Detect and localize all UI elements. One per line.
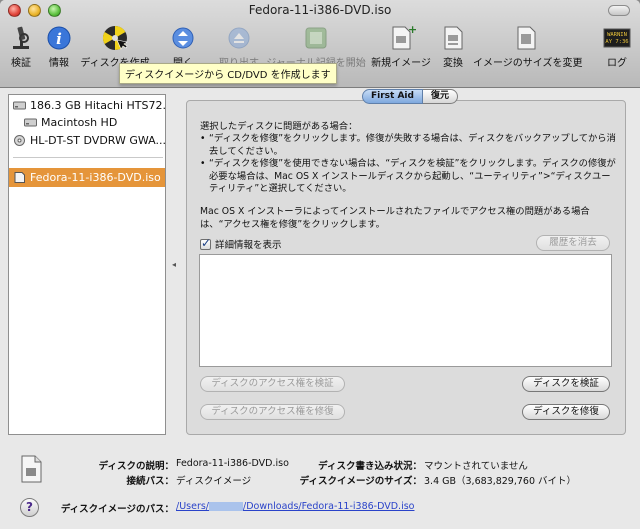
sidebar-item-macintosh-hd[interactable]: Macintosh HD: [9, 114, 165, 131]
connection-value: ディスクイメージ: [176, 476, 252, 487]
toolbar-resize-label: イメージのサイズを変更: [473, 58, 583, 69]
toolbar-resize-button[interactable]: イメージのサイズを変更: [473, 24, 583, 69]
bullet-2-marker-icon: •: [200, 158, 206, 169]
sidebar-item-dvd-drive[interactable]: HL-DT-ST DVDRW GWA...: [9, 132, 165, 149]
image-size-value: 3.4 GB（3,683,829,760 バイト）: [424, 476, 577, 487]
sidebar-item-hitachi-disk[interactable]: 186.3 GB Hitachi HTS72...: [9, 97, 165, 114]
volume-icon: [24, 117, 37, 128]
journal-icon: [301, 24, 331, 52]
new-image-icon: +: [386, 23, 417, 52]
burn-disc-icon: [100, 24, 130, 52]
description-label: ディスクの説明：: [98, 461, 174, 472]
open-icon: [168, 24, 198, 52]
svg-text:i: i: [56, 30, 62, 48]
toolbar-new-image-button[interactable]: + 新規イメージ: [371, 23, 431, 69]
sidebar-divider: [13, 157, 163, 158]
tab-restore[interactable]: 復元: [422, 89, 458, 104]
toolbar-info-button[interactable]: i 情報: [44, 24, 74, 69]
image-path-link[interactable]: /Users/ /Downloads/Fedora-11-i386-DVD.iso: [176, 501, 414, 512]
resize-image-icon: [511, 24, 541, 52]
microscope-icon: [6, 24, 36, 52]
disk-utility-window: Fedora-11-i386-DVD.iso 検証 i 情報 ディスクを作成 +…: [0, 0, 640, 529]
optical-drive-icon: [13, 135, 26, 146]
sidebar-item-label: Macintosh HD: [41, 116, 118, 129]
toolbar-new-image-label: 新規イメージ: [371, 58, 431, 69]
disk-sidebar[interactable]: 186.3 GB Hitachi HTS72... Macintosh HD H…: [8, 94, 166, 435]
show-details-label: 詳細情報を表示: [215, 240, 282, 251]
tab-first-aid[interactable]: First Aid: [362, 89, 423, 104]
split-view-handle-icon[interactable]: ◂: [172, 260, 176, 269]
toolbar-verify-button[interactable]: 検証: [6, 24, 36, 69]
repair-permissions-button[interactable]: ディスクのアクセス権を修復: [200, 404, 345, 420]
first-aid-bullet-2: “ディスクを修復”を使用できない場合は、“ディスクを検証”をクリックします。ディ…: [209, 158, 616, 194]
info-icon: i: [44, 24, 74, 52]
repair-disk-button[interactable]: ディスクを修復: [522, 404, 610, 420]
path-prefix: /Users/: [176, 501, 210, 512]
help-button[interactable]: ?: [20, 498, 39, 517]
path-suffix: /Downloads/Fedora-11-i386-DVD.iso: [243, 501, 415, 512]
hard-disk-icon: [13, 100, 26, 111]
first-aid-log[interactable]: [199, 254, 612, 367]
svg-text:WARNIN: WARNIN: [607, 32, 627, 38]
svg-text:+: +: [408, 24, 416, 36]
sidebar-item-label: Fedora-11-i386-DVD.iso: [30, 171, 161, 184]
clear-history-button[interactable]: 履歴を消去: [536, 235, 610, 251]
verify-permissions-button[interactable]: ディスクのアクセス権を検証: [200, 376, 345, 392]
toolbar-verify-label: 検証: [11, 58, 31, 69]
window-title: Fedora-11-i386-DVD.iso: [248, 3, 392, 17]
bullet-1-marker-icon: •: [200, 133, 206, 144]
sidebar-item-label: HL-DT-ST DVDRW GWA...: [30, 134, 165, 147]
write-status-label: ディスク書き込み状況：: [318, 461, 422, 472]
convert-icon: [438, 24, 468, 52]
disk-image-file-icon: [20, 455, 42, 483]
redacted-username: [209, 502, 244, 511]
toolbar-toggle-button[interactable]: [608, 5, 630, 16]
log-icon: WARNIN AY 7:36: [602, 24, 632, 52]
permissions-note: Mac OS X インストーラによってインストールされたファイルでアクセス権の問…: [200, 206, 590, 230]
toolbar-convert-button[interactable]: 変換: [438, 24, 468, 69]
disk-image-icon: [13, 172, 26, 183]
show-details-checkbox[interactable]: 詳細情報を表示: [200, 236, 282, 251]
write-status-value: マウントされていません: [424, 461, 528, 472]
description-value: Fedora-11-i386-DVD.iso: [176, 458, 289, 469]
checkbox-checked-icon: [200, 236, 211, 250]
image-size-label: ディスクイメージのサイズ：: [299, 476, 422, 487]
verify-disk-button[interactable]: ディスクを検証: [522, 376, 610, 392]
sidebar-item-fedora-iso[interactable]: Fedora-11-i386-DVD.iso: [9, 168, 165, 187]
first-aid-intro: 選択したディスクに問題がある場合：: [200, 121, 358, 132]
toolbar-convert-label: 変換: [443, 58, 463, 69]
toolbar-log-label: ログ: [607, 58, 627, 69]
connection-label: 接続パス：: [126, 476, 174, 487]
eject-icon: [224, 24, 254, 52]
svg-text:AY 7:36: AY 7:36: [605, 39, 628, 45]
tab-bar: First Aid 復元: [362, 89, 458, 104]
sidebar-item-label: 186.3 GB Hitachi HTS72...: [30, 99, 165, 112]
image-path-label: ディスクイメージのパス：: [60, 504, 174, 515]
toolbar-log-button[interactable]: WARNIN AY 7:36 ログ: [602, 24, 632, 69]
toolbar-info-label: 情報: [49, 58, 69, 69]
first-aid-bullet-1: “ディスクを修復”をクリックします。修復が失敗する場合は、ディスクをバックアップ…: [209, 133, 616, 157]
burn-tooltip: ディスクイメージから CD/DVD を作成します: [119, 63, 337, 84]
